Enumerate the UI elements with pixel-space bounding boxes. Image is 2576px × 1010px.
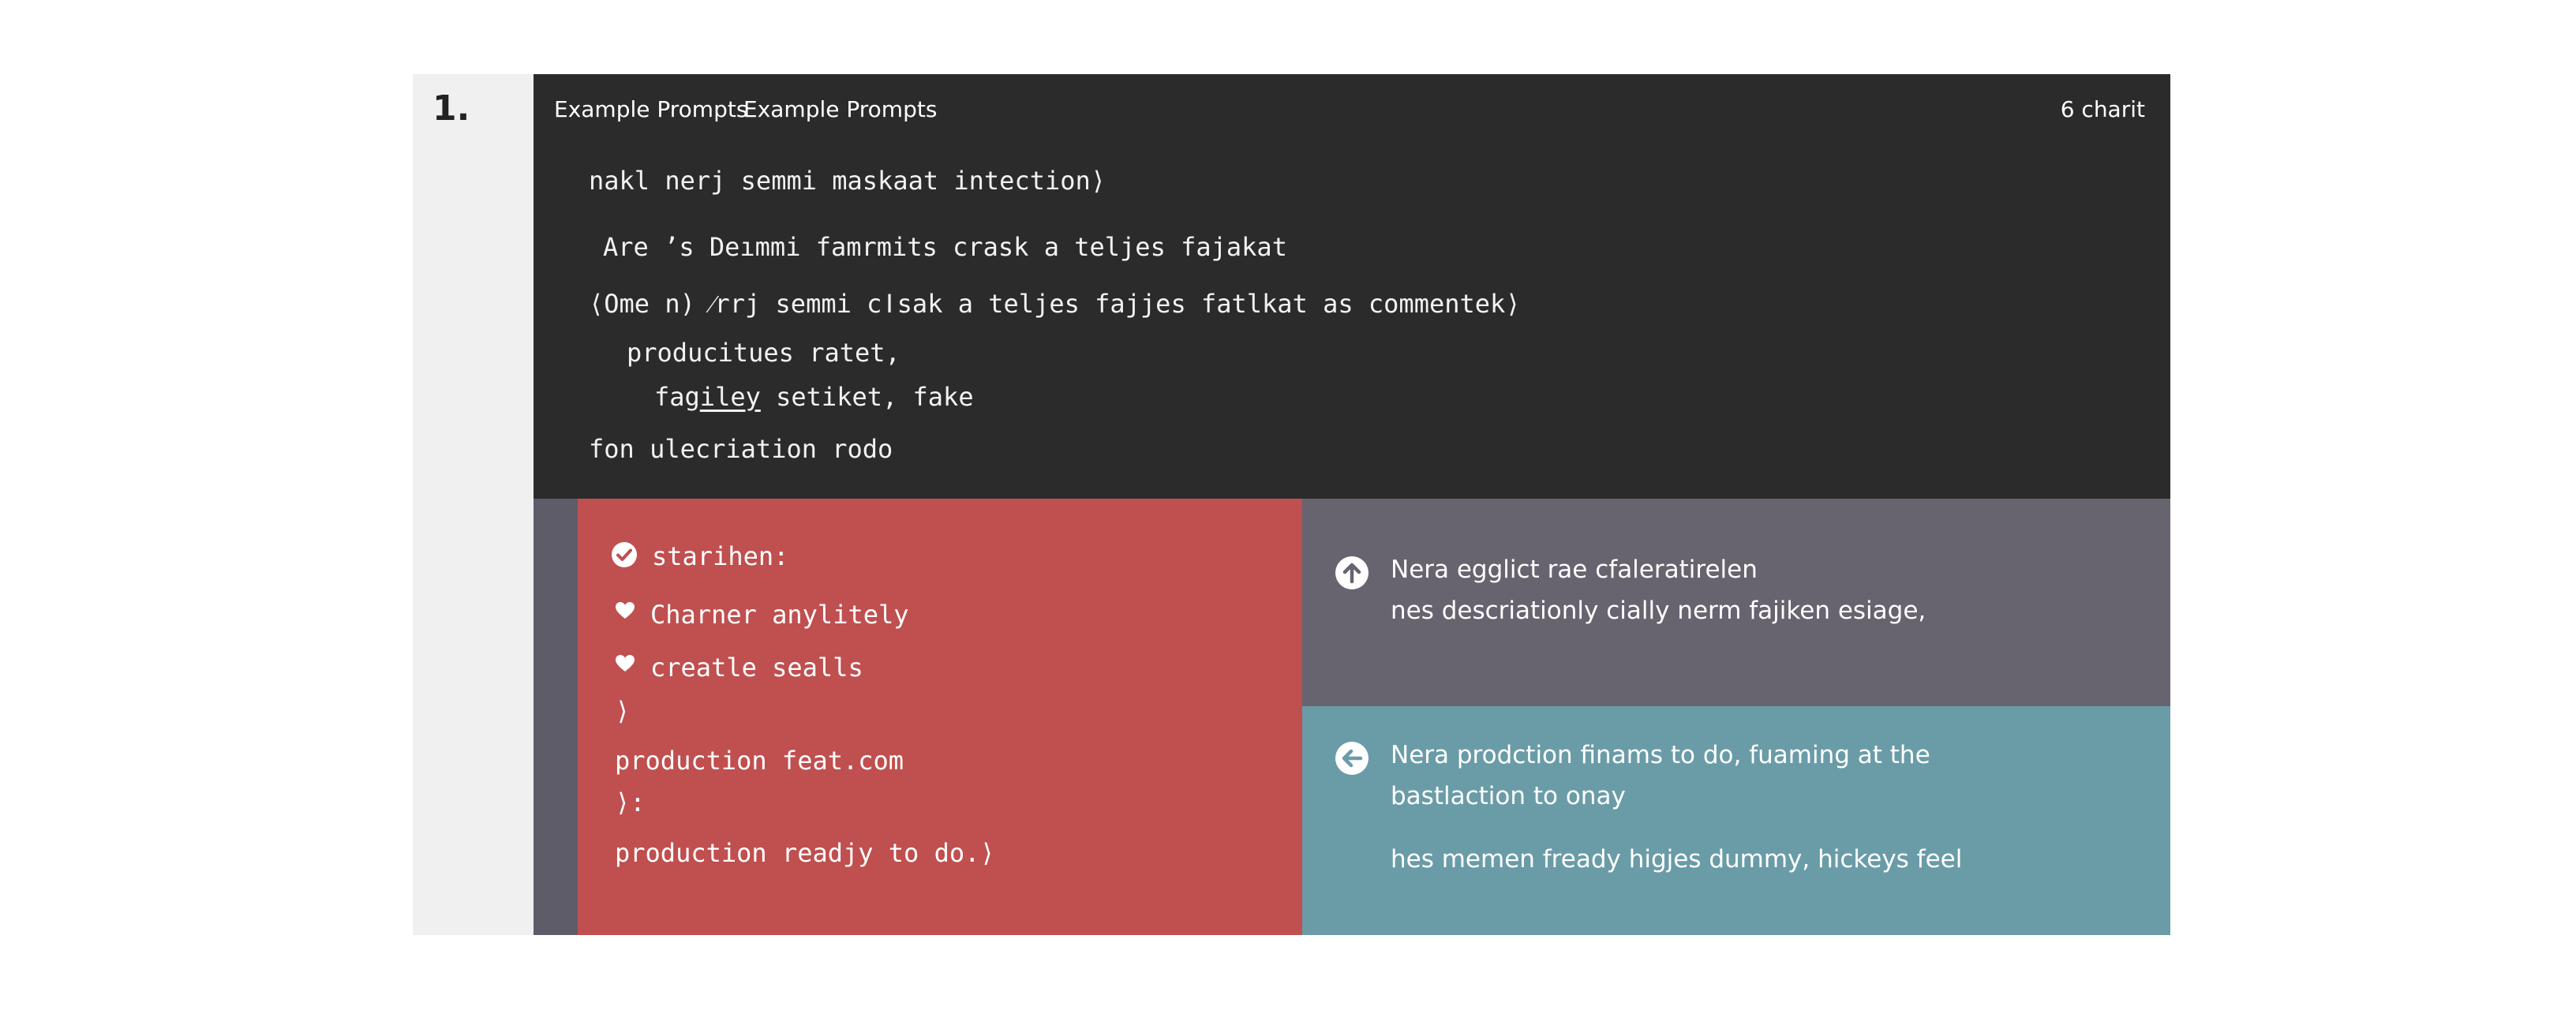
prompt-card: Example Prompts Example Prompts 6 charit… <box>534 74 2170 935</box>
requirement-line-3: ⟩: <box>615 787 646 817</box>
heart-icon <box>616 602 635 619</box>
tab-example-prompts-2[interactable]: Example Prompts <box>743 96 937 122</box>
requirement-line-4: production readjy to do.⟩ <box>615 838 995 868</box>
requirement-item-1: Charner anylitely <box>650 600 909 630</box>
output-section: starihen: Charner anylitely creatle seal… <box>534 499 2170 935</box>
check-circle-icon <box>612 542 637 567</box>
step-gutter <box>413 74 534 935</box>
code-pane: Example Prompts Example Prompts 6 charit… <box>534 74 2170 499</box>
arrow-up-circle-icon <box>1335 556 1368 589</box>
left-strip <box>534 499 578 935</box>
note-top-line-2: nes descriationly cially nerm fajiken es… <box>1391 597 1926 625</box>
requirement-line-2: production feat.com <box>615 746 904 776</box>
code-line-5: fagiley setiket, fake <box>654 382 974 412</box>
code-line-3: ⟨Ome n) ⁄rrj semmi cǀsak a teljes fajjes… <box>589 289 1521 319</box>
code-line-6: fon ulecriation rodo <box>589 434 893 464</box>
arrow-left-circle-icon <box>1335 742 1368 775</box>
tab-example-prompts-1[interactable]: Example Prompts <box>554 96 747 122</box>
requirements-title: starihen: <box>652 541 789 571</box>
requirement-item-2: creatle sealls <box>650 653 863 683</box>
note-bottom-line-2: bastlaction to onay <box>1391 782 1626 810</box>
code-line-5-prefix: fag <box>654 382 700 412</box>
note-bottom-line-3: hes memen fready higjes dummy, hickeys f… <box>1391 845 1963 873</box>
code-line-1: nakl nerj semmi maskaat intection⟩ <box>589 166 1106 196</box>
heart-icon <box>616 655 635 671</box>
step-number: 1. <box>432 88 470 129</box>
code-line-5-suffix: setiket, fake <box>760 382 974 412</box>
requirements-panel: starihen: Charner anylitely creatle seal… <box>578 499 1302 935</box>
requirement-line-1: ⟩ <box>615 696 631 726</box>
note-bottom-line-1: Nera prodction finams to do, fuaming at … <box>1391 741 1930 769</box>
code-line-4: producitues ratet, <box>627 338 900 368</box>
code-line-2: Are ’s Deımmi famrmits crask a teljes fa… <box>603 232 1287 262</box>
code-line-5-underlined: iley <box>699 382 761 412</box>
note-panel-top: Nera egglict rae cfaleratirelen nes desc… <box>1302 499 2170 706</box>
char-count: 6 charit <box>2060 96 2145 122</box>
note-panel-bottom: Nera prodction finams to do, fuaming at … <box>1302 706 2170 935</box>
note-top-line-1: Nera egglict rae cfaleratirelen <box>1391 556 1758 584</box>
